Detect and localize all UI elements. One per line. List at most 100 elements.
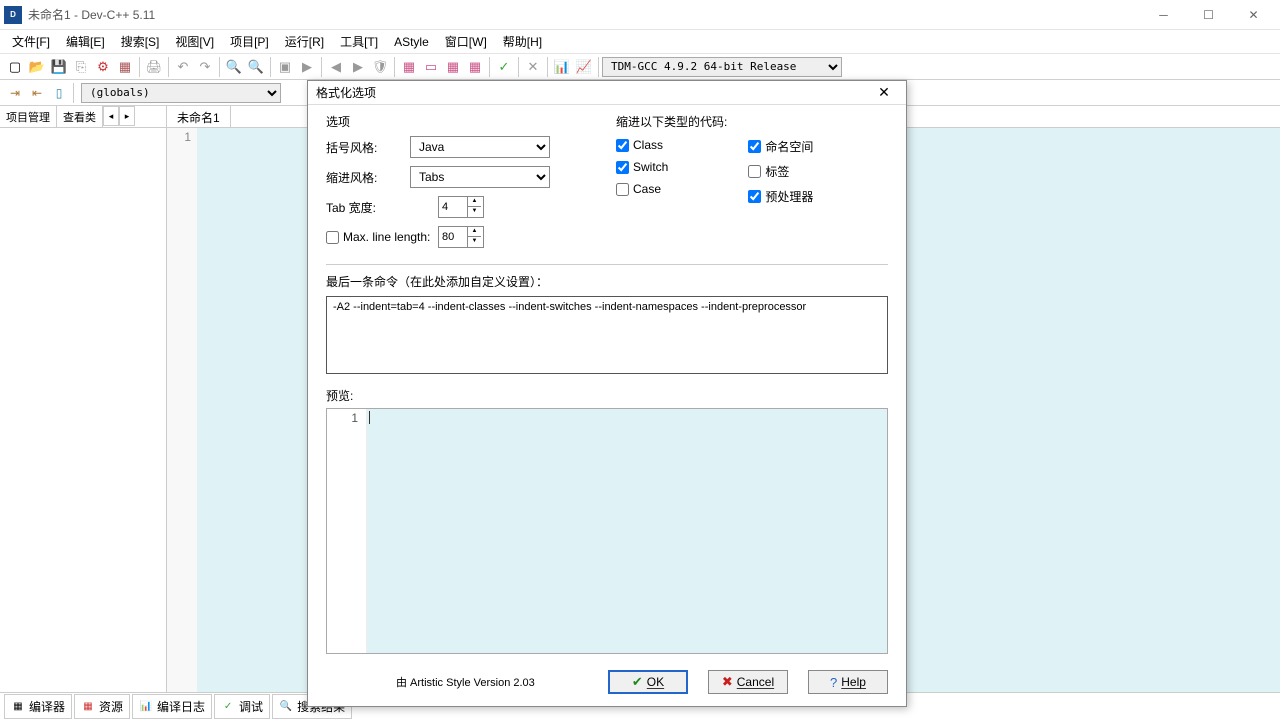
spin-down-icon[interactable]: ▼ (468, 207, 481, 217)
menu-run[interactable]: 运行[R] (277, 30, 332, 53)
checkbox-label[interactable]: 标签 (748, 163, 813, 180)
checkbox-preproc[interactable]: 预处理器 (748, 188, 813, 205)
resources-tab-icon: ▦ (81, 700, 95, 714)
preview-label: 预览: (326, 387, 888, 404)
indent-style-select[interactable]: Tabs (410, 166, 550, 188)
dialog-title: 格式化选项 (316, 84, 870, 101)
last-cmd-label: 最后一条命令（在此处添加自定义设置）： (326, 273, 888, 290)
bottom-tab-resources[interactable]: ▦资源 (74, 694, 130, 719)
grid4-icon[interactable]: ▦ (464, 56, 486, 78)
cancel-button[interactable]: ✖Cancel (708, 670, 788, 694)
menubar: 文件[F] 编辑[E] 搜索[S] 视图[V] 项目[P] 运行[R] 工具[T… (0, 30, 1280, 54)
spin-down-icon[interactable]: ▼ (468, 237, 481, 247)
shield-icon[interactable]: 🛡 (369, 56, 391, 78)
menu-view[interactable]: 视图[V] (167, 30, 222, 53)
sidebar-tab-classes[interactable]: 查看类 (57, 106, 103, 127)
editor-tab[interactable]: 未命名1 (167, 106, 231, 127)
chart-icon[interactable]: 📊 (551, 56, 573, 78)
check-icon: ✔ (632, 674, 643, 690)
tab-width-input[interactable] (439, 197, 467, 217)
save-all-icon[interactable]: ⎘ (70, 56, 92, 78)
checkbox-switch[interactable]: Switch (616, 160, 668, 174)
max-line-checkbox-label[interactable]: Max. line length: (326, 230, 438, 244)
window-title: 未命名1 - Dev-C++ 5.11 (28, 6, 1141, 23)
grid3-icon[interactable]: ▦ (442, 56, 464, 78)
undo-icon[interactable]: ↶ (172, 56, 194, 78)
grid1-icon[interactable]: ▦ (398, 56, 420, 78)
sidebar-nav-left-icon[interactable]: ◂ (103, 106, 119, 126)
menu-help[interactable]: 帮助[H] (495, 30, 550, 53)
bookmark2-icon[interactable]: ▯ (48, 82, 70, 104)
maximize-button[interactable]: ☐ (1186, 1, 1231, 29)
replace-icon[interactable]: 🔍 (245, 56, 267, 78)
dialog-close-icon[interactable]: ✕ (870, 82, 898, 104)
menu-file[interactable]: 文件[F] (4, 30, 58, 53)
check-icon[interactable]: ✓ (493, 56, 515, 78)
checkbox-namespace[interactable]: 命名空间 (748, 138, 813, 155)
max-line-spinner[interactable]: ▲▼ (438, 226, 484, 248)
menu-edit[interactable]: 编辑[E] (58, 30, 113, 53)
project-icon[interactable]: ▦ (114, 56, 136, 78)
back-icon[interactable]: ◀ (325, 56, 347, 78)
bottom-tab-compiler[interactable]: ▦编译器 (4, 694, 72, 719)
help-button[interactable]: ?Help (808, 670, 888, 694)
app-icon: D (4, 6, 22, 24)
save-icon[interactable]: 💾 (48, 56, 70, 78)
dialog-footer: 由 Artistic Style Version 2.03 ✔OK ✖Cance… (308, 664, 906, 706)
titlebar: D 未命名1 - Dev-C++ 5.11 ─ ☐ ✕ (0, 0, 1280, 30)
options-label: 选项 (326, 113, 586, 130)
preview-box: 1 (326, 408, 888, 654)
log-tab-icon: 📊 (139, 700, 153, 714)
compiler-tab-icon: ▦ (11, 700, 25, 714)
last-cmd-textarea[interactable] (326, 296, 888, 374)
spin-up-icon[interactable]: ▲ (468, 227, 481, 237)
editor-gutter: 1 (167, 128, 197, 692)
brace-style-select[interactable]: Java (410, 136, 550, 158)
checkbox-case[interactable]: Case (616, 182, 668, 196)
grid2-icon[interactable]: ▭ (420, 56, 442, 78)
cross-icon[interactable]: ✕ (522, 56, 544, 78)
sidebar: 项目管理 查看类 ◂ ▸ (0, 106, 167, 692)
redo-icon[interactable]: ↷ (194, 56, 216, 78)
menu-astyle[interactable]: AStyle (386, 32, 437, 52)
menu-project[interactable]: 项目[P] (222, 30, 277, 53)
compiler-select[interactable]: TDM-GCC 4.9.2 64-bit Release (602, 57, 842, 77)
formatter-dialog: 格式化选项 ✕ 选项 括号风格: Java 缩进风格: Tabs Tab 宽度: (307, 80, 907, 707)
debug-tab-icon: ✓ (221, 700, 235, 714)
compile-icon[interactable]: ▣ (274, 56, 296, 78)
bookmark-icon[interactable]: ⇤ (26, 82, 48, 104)
new-project-icon[interactable]: ⚙ (92, 56, 114, 78)
scope-select[interactable]: (globals) (81, 83, 281, 103)
minimize-button[interactable]: ─ (1141, 1, 1186, 29)
print-icon[interactable]: 🖨 (143, 56, 165, 78)
new-file-icon[interactable]: ▢ (4, 56, 26, 78)
goto-icon[interactable]: ⇥ (4, 82, 26, 104)
bottom-tab-log[interactable]: 📊编译日志 (132, 694, 212, 719)
toolbar: ▢ 📂 💾 ⎘ ⚙ ▦ 🖨 ↶ ↷ 🔍 🔍 ▣ ▶ ◀ ▶ 🛡 ▦ ▭ ▦ ▦ … (0, 54, 1280, 80)
menu-tools[interactable]: 工具[T] (332, 30, 386, 53)
sidebar-tab-project[interactable]: 项目管理 (0, 106, 57, 127)
checkbox-class[interactable]: Class (616, 138, 668, 152)
search-tab-icon: 🔍 (279, 700, 293, 714)
cross-icon: ✖ (722, 674, 733, 690)
max-line-checkbox[interactable] (326, 231, 339, 244)
help-icon: ? (830, 675, 837, 690)
bottom-tab-debug[interactable]: ✓调试 (214, 694, 270, 719)
forward-icon[interactable]: ▶ (347, 56, 369, 78)
run-icon[interactable]: ▶ (296, 56, 318, 78)
preview-gutter: 1 (327, 409, 367, 653)
spin-up-icon[interactable]: ▲ (468, 197, 481, 207)
indent-types-label: 缩进以下类型的代码: (616, 113, 888, 130)
dialog-titlebar: 格式化选项 ✕ (308, 81, 906, 105)
open-file-icon[interactable]: 📂 (26, 56, 48, 78)
close-button[interactable]: ✕ (1231, 1, 1276, 29)
brace-style-label: 括号风格: (326, 139, 410, 156)
menu-window[interactable]: 窗口[W] (437, 30, 495, 53)
max-line-input[interactable] (439, 227, 467, 247)
chart2-icon[interactable]: 📈 (573, 56, 595, 78)
find-icon[interactable]: 🔍 (223, 56, 245, 78)
tab-width-spinner[interactable]: ▲▼ (438, 196, 484, 218)
sidebar-nav-right-icon[interactable]: ▸ (119, 106, 135, 126)
ok-button[interactable]: ✔OK (608, 670, 688, 694)
menu-search[interactable]: 搜索[S] (113, 30, 168, 53)
